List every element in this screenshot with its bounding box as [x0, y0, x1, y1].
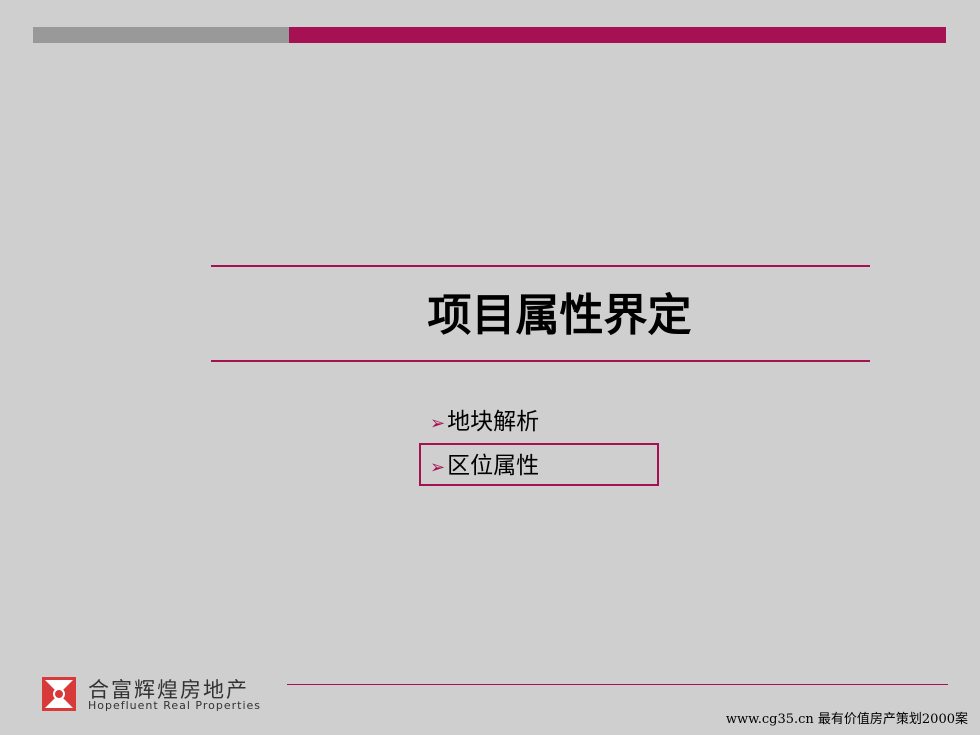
slide-title: 项目属性界定: [427, 290, 692, 341]
menu-item-label: 区位属性: [447, 453, 540, 479]
title-rule-bottom: [211, 360, 870, 362]
footer-rule: [287, 684, 948, 685]
company-logo-icon: [42, 677, 76, 711]
menu-item-location-attributes[interactable]: ➢区位属性: [430, 449, 539, 483]
arrow-bullet-icon: ➢: [430, 457, 446, 478]
header-bar-accent: [289, 27, 946, 43]
menu-item-land-analysis[interactable]: ➢地块解析: [430, 405, 539, 439]
footer-text: www.cg35.cn 最有价值房产策划2000案: [725, 712, 968, 727]
arrow-bullet-icon: ➢: [430, 413, 446, 434]
menu-item-label: 地块解析: [447, 409, 540, 435]
title-rule-top: [211, 265, 870, 267]
header-bar-gray: [33, 27, 289, 43]
company-name-en: Hopefluent Real Properties: [88, 699, 262, 712]
